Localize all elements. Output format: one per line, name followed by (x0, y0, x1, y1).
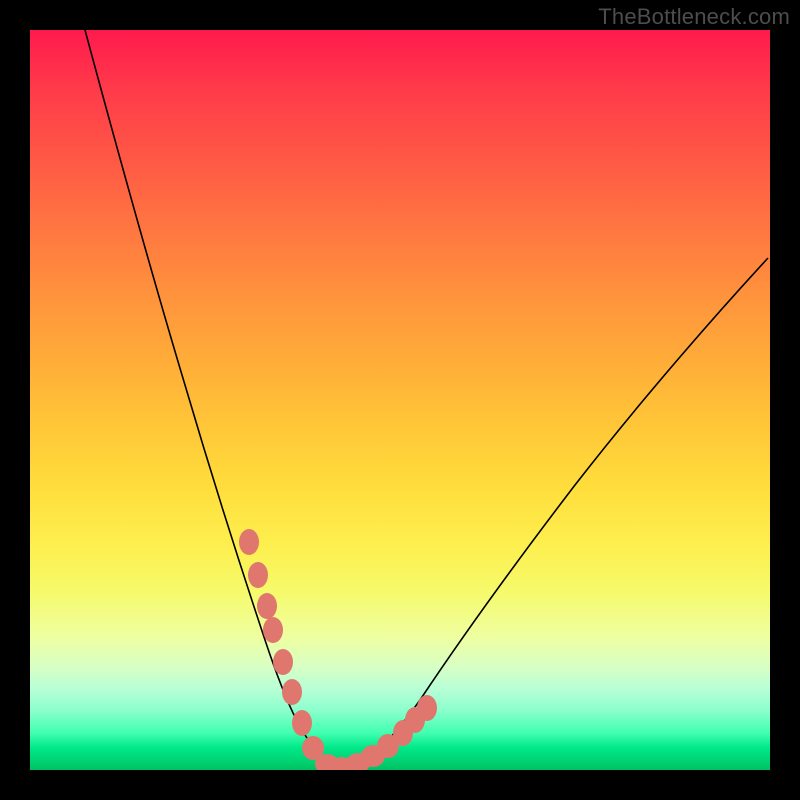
watermark-text: TheBottleneck.com (598, 4, 790, 30)
bead (292, 710, 312, 736)
bead (239, 529, 259, 555)
bead (248, 562, 268, 588)
bead (257, 593, 277, 619)
plot-area (30, 30, 770, 770)
bead (263, 617, 283, 643)
bottleneck-curve (85, 30, 768, 766)
bead (282, 679, 302, 705)
curve-svg (30, 30, 770, 770)
bead (273, 649, 293, 675)
bead (417, 695, 437, 721)
